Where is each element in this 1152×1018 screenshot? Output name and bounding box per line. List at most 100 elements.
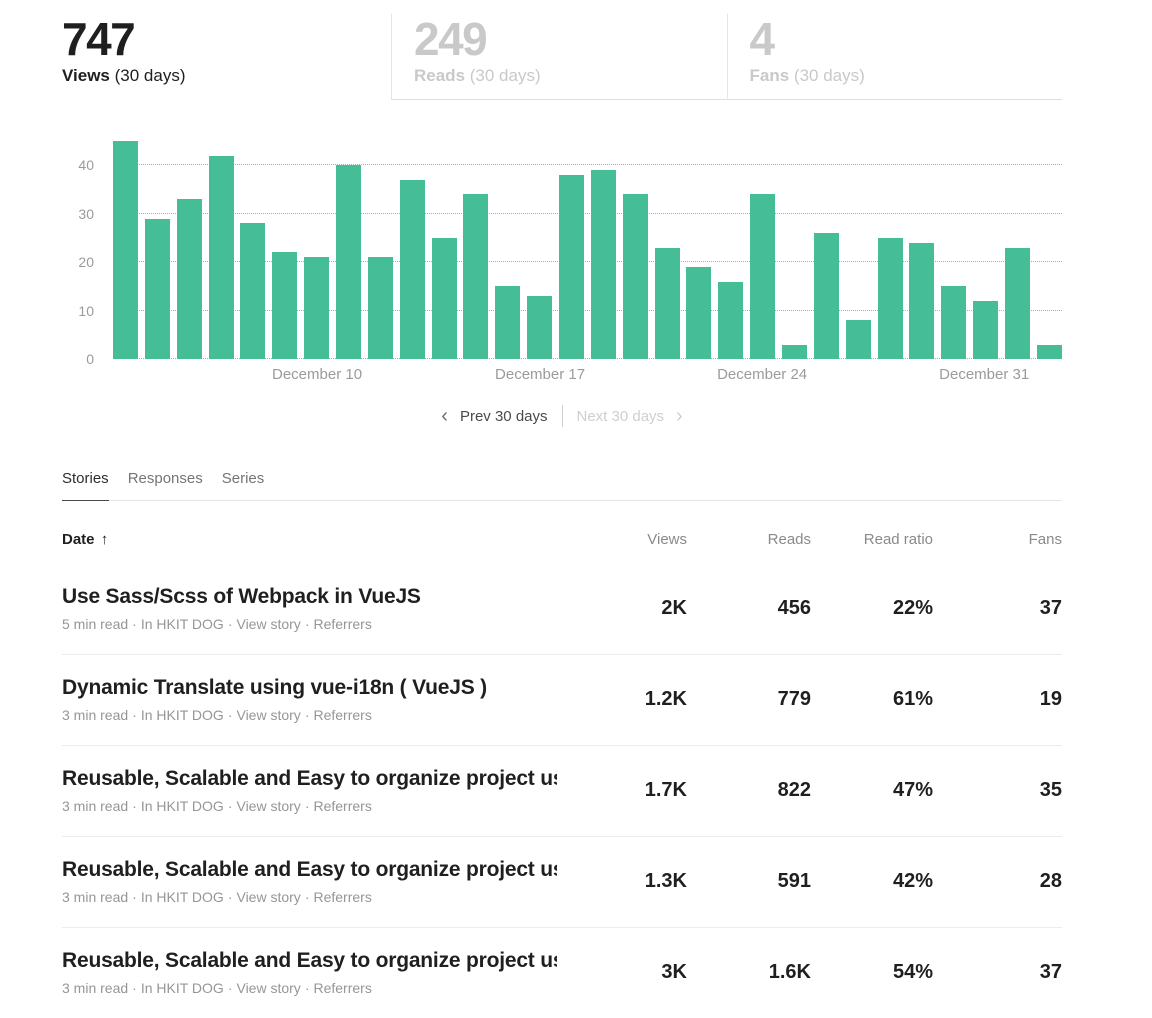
column-header-reads: Reads: [687, 531, 811, 548]
meta-separator: ·: [305, 707, 310, 723]
chart-bar[interactable]: [209, 156, 234, 360]
chart-bar[interactable]: [655, 248, 680, 359]
meta-separator: ·: [305, 616, 310, 632]
chart-bar[interactable]: [336, 165, 361, 359]
view-story-link[interactable]: View story: [236, 980, 300, 996]
story-reads: 779: [687, 688, 811, 711]
column-header-read-ratio: Read ratio: [811, 531, 933, 548]
referrers-link[interactable]: Referrers: [313, 889, 371, 905]
chart-bar[interactable]: [750, 194, 775, 359]
publication: In HKIT DOG: [141, 707, 224, 723]
stat-panel-reads[interactable]: 249 Reads (30 days): [391, 14, 727, 100]
story-read-ratio: 42%: [811, 870, 933, 893]
story-row: Dynamic Translate using vue-i18n ( VueJS…: [62, 654, 1062, 745]
referrers-link[interactable]: Referrers: [313, 798, 371, 814]
stat-period: (30 days): [794, 66, 865, 85]
story-fans: 37: [933, 597, 1062, 620]
referrers-link[interactable]: Referrers: [313, 980, 371, 996]
chart-bar[interactable]: [591, 170, 616, 359]
view-story-link[interactable]: View story: [236, 707, 300, 723]
chart-bar[interactable]: [272, 252, 297, 359]
chart-bar[interactable]: [177, 199, 202, 359]
chart-bar[interactable]: [814, 233, 839, 359]
chart-bar[interactable]: [240, 223, 265, 359]
story-meta: 5 min read·In HKIT DOG·View story·Referr…: [62, 616, 557, 632]
stat-value: 249: [414, 16, 727, 62]
story-views: 3K: [577, 961, 687, 984]
story-meta: 3 min read·In HKIT DOG·View story·Referr…: [62, 980, 557, 996]
stat-period: (30 days): [470, 66, 541, 85]
stat-panel-fans[interactable]: 4 Fans (30 days): [727, 14, 1063, 100]
read-time: 5 min read: [62, 616, 128, 632]
chart-bar[interactable]: [782, 345, 807, 360]
chart-bar[interactable]: [846, 320, 871, 359]
meta-separator: ·: [132, 798, 137, 814]
chart-bar[interactable]: [1005, 248, 1030, 359]
story-title: Use Sass/Scss of Webpack in VueJS: [62, 585, 557, 609]
chart-bar[interactable]: [463, 194, 488, 359]
chart-bar[interactable]: [495, 286, 520, 359]
chart-bar[interactable]: [878, 238, 903, 359]
story-fans: 19: [933, 688, 1062, 711]
chart-bar[interactable]: [1037, 345, 1062, 360]
date-sort-header[interactable]: Date ↑: [62, 531, 577, 548]
tab-label: Stories: [62, 470, 109, 487]
chart-bar[interactable]: [973, 301, 998, 359]
view-story-link[interactable]: View story: [236, 616, 300, 632]
prev-30-days-label: Prev 30 days: [460, 408, 548, 425]
chart-bar[interactable]: [400, 180, 425, 359]
stat-metric-name: Views: [62, 66, 110, 85]
story-info: Dynamic Translate using vue-i18n ( VueJS…: [62, 676, 577, 723]
tab-series[interactable]: Series: [222, 470, 265, 501]
chart-bar[interactable]: [145, 219, 170, 360]
meta-separator: ·: [132, 616, 137, 632]
stat-label: Reads (30 days): [414, 66, 727, 86]
chart-bar[interactable]: [909, 243, 934, 359]
chart-bar[interactable]: [941, 286, 966, 359]
story-fans: 37: [933, 961, 1062, 984]
chart-bar[interactable]: [559, 175, 584, 359]
x-axis-label: December 17: [495, 366, 585, 383]
chart-bar[interactable]: [527, 296, 552, 359]
next-30-days-label: Next 30 days: [577, 408, 665, 425]
stat-value: 747: [62, 16, 391, 62]
referrers-link[interactable]: Referrers: [313, 616, 371, 632]
chart-bar[interactable]: [368, 257, 393, 359]
prev-30-days-button[interactable]: ‹ Prev 30 days: [441, 408, 561, 425]
table-column-headers: ViewsReadsRead ratioFans: [577, 531, 1062, 548]
chart-bar[interactable]: [304, 257, 329, 359]
stat-panel-views[interactable]: 747 Views (30 days): [62, 14, 391, 100]
story-reads: 456: [687, 597, 811, 620]
meta-separator: ·: [305, 798, 310, 814]
meta-separator: ·: [305, 980, 310, 996]
chart-bars: [113, 141, 1062, 359]
view-story-link[interactable]: View story: [236, 798, 300, 814]
read-time: 3 min read: [62, 798, 128, 814]
tab-responses[interactable]: Responses: [128, 470, 203, 501]
chart-bar[interactable]: [623, 194, 648, 359]
view-story-link[interactable]: View story: [236, 889, 300, 905]
chevron-right-icon: ›: [676, 409, 683, 424]
chart-bar[interactable]: [718, 282, 743, 360]
story-info: Reusable, Scalable and Easy to organize …: [62, 858, 577, 905]
stats-summary-row: 747 Views (30 days) 249 Reads (30 days) …: [62, 14, 1062, 100]
chart-y-labels: 010203040: [62, 141, 102, 359]
tab-stories[interactable]: Stories: [62, 470, 109, 501]
story-info: Reusable, Scalable and Easy to organize …: [62, 767, 577, 814]
stat-metric-name: Reads: [414, 66, 465, 85]
chart-bar[interactable]: [432, 238, 457, 359]
y-axis-tick-label: 20: [54, 254, 94, 270]
referrers-link[interactable]: Referrers: [313, 707, 371, 723]
next-30-days-button[interactable]: Next 30 days ›: [563, 408, 683, 425]
chart-bar[interactable]: [686, 267, 711, 359]
story-views: 1.7K: [577, 779, 687, 802]
story-meta: 3 min read·In HKIT DOG·View story·Referr…: [62, 707, 557, 723]
chart-bar[interactable]: [113, 141, 138, 359]
story-info: Use Sass/Scss of Webpack in VueJS 5 min …: [62, 585, 577, 632]
story-info: Reusable, Scalable and Easy to organize …: [62, 949, 577, 996]
meta-separator: ·: [132, 707, 137, 723]
publication: In HKIT DOG: [141, 616, 224, 632]
story-row: Reusable, Scalable and Easy to organize …: [62, 836, 1062, 927]
story-views: 2K: [577, 597, 687, 620]
story-fans: 28: [933, 870, 1062, 893]
